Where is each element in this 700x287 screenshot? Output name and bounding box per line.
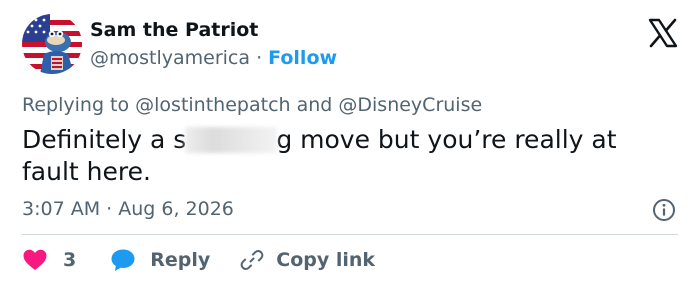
mention-lostinthepatch[interactable]: @lostinthepatch (135, 94, 290, 116)
speech-bubble-icon (111, 249, 135, 271)
tweet-text: Definitely a sg move but you’re really a… (22, 124, 662, 188)
tweet-card: Sam the Patriot @mostlyamerica · Follow … (0, 0, 700, 287)
avatar[interactable] (22, 14, 82, 74)
info-icon[interactable] (652, 198, 676, 222)
replying-to-conjunction: and (290, 94, 339, 116)
display-name[interactable]: Sam the Patriot (90, 18, 337, 42)
action-bar: 3 Reply Copy link (22, 247, 375, 273)
tweet-header: Sam the Patriot @mostlyamerica · Follow (22, 14, 337, 74)
reply-label: Reply (150, 249, 211, 271)
divider (22, 234, 678, 235)
replying-to: Replying to @lostinthepatch and @DisneyC… (22, 93, 482, 117)
handle-separator: · (250, 47, 269, 69)
censored-word (185, 127, 278, 153)
link-icon (240, 250, 264, 270)
replying-to-prefix: Replying to (22, 94, 136, 116)
handle-line: @mostlyamerica · Follow (90, 46, 337, 70)
user-handle[interactable]: @mostlyamerica (90, 47, 250, 69)
like-count: 3 (63, 249, 77, 271)
mention-disneycruise[interactable]: @DisneyCruise (338, 94, 482, 116)
copy-link-button[interactable]: Copy link (240, 248, 375, 272)
copy-link-label: Copy link (276, 249, 376, 271)
follow-button[interactable]: Follow (268, 47, 337, 69)
user-info: Sam the Patriot @mostlyamerica · Follow (90, 18, 337, 70)
x-logo-icon[interactable] (648, 18, 678, 48)
reply-button[interactable]: Reply (110, 248, 210, 272)
heart-icon (23, 249, 47, 270)
like-button[interactable]: 3 (22, 248, 76, 272)
tweet-text-start: Definitely a s (22, 125, 187, 154)
avatar-image (22, 14, 82, 74)
tweet-timestamp[interactable]: 3:07 AM · Aug 6, 2026 (22, 197, 234, 221)
